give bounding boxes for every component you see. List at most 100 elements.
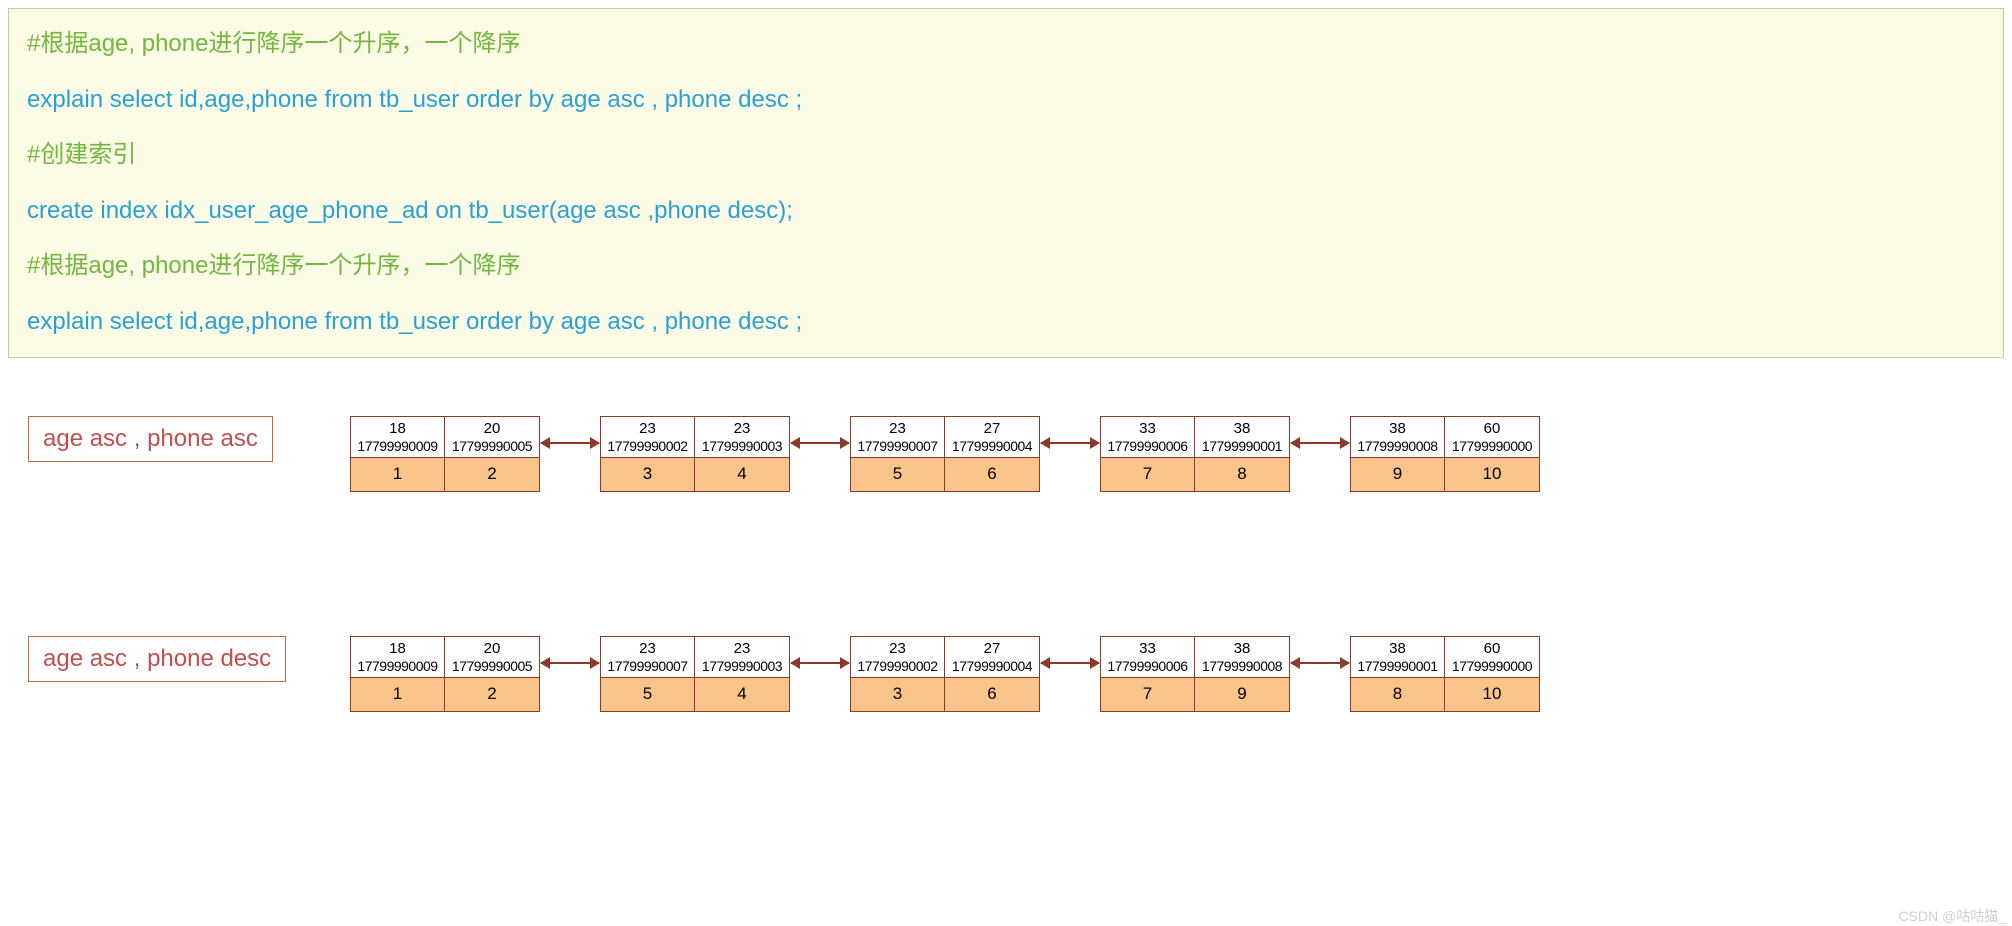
index-row-asc-desc: age asc , phone desc 1817799990009120177… (20, 636, 2012, 726)
cell-id: 5 (601, 677, 694, 710)
double-arrow-link (1291, 662, 1349, 664)
cell-age: 23 (695, 417, 789, 438)
code-comment: #根据age, phone进行降序一个升序，一个降序 (27, 249, 1985, 283)
cell-id: 8 (1195, 457, 1289, 490)
cell-phone: 17799990006 (1101, 658, 1194, 678)
cell-age: 38 (1195, 637, 1289, 658)
leaf-cell: 27177999900046 (945, 416, 1040, 492)
cell-age: 38 (1351, 637, 1444, 658)
cell-id: 5 (851, 457, 944, 490)
cell-age: 20 (445, 417, 539, 438)
code-sql: create index idx_user_age_phone_ad on tb… (27, 194, 1985, 228)
cell-id: 7 (1101, 457, 1194, 490)
cell-phone: 17799990007 (851, 438, 944, 458)
code-comment: #创建索引 (27, 138, 1985, 172)
leaf-node-pair: 1817799990009120177999900052 (350, 636, 540, 712)
leaf-cell: 38177999900018 (1350, 636, 1445, 712)
double-arrow-link (791, 662, 849, 664)
leaf-cell: 27177999900046 (945, 636, 1040, 712)
leaf-cell: 601779999000010 (1445, 416, 1540, 492)
leaf-cell: 23177999900075 (600, 636, 695, 712)
cell-id: 2 (445, 457, 539, 490)
cell-age: 27 (945, 417, 1039, 438)
leaf-cell: 23177999900034 (695, 636, 790, 712)
cell-id: 8 (1351, 677, 1444, 710)
code-block: #根据age, phone进行降序一个升序，一个降序 explain selec… (8, 8, 2004, 358)
leaf-cell: 601779999000010 (1445, 636, 1540, 712)
cell-age: 23 (601, 637, 694, 658)
cell-phone: 17799990001 (1351, 658, 1444, 678)
cell-age: 60 (1445, 637, 1539, 658)
cell-phone: 17799990003 (695, 658, 789, 678)
leaf-cell: 23177999900034 (695, 416, 790, 492)
cell-id: 1 (351, 677, 444, 710)
leaf-node-pair: 2317799990007523177999900034 (600, 636, 790, 712)
cell-id: 1 (351, 457, 444, 490)
cell-age: 60 (1445, 417, 1539, 438)
leaf-cell: 20177999900052 (445, 636, 540, 712)
cell-age: 33 (1101, 637, 1194, 658)
leaf-cell: 38177999900089 (1195, 636, 1290, 712)
index-row-asc-asc: age asc , phone asc 18177999900091201779… (20, 416, 2012, 506)
leaf-cell: 38177999900089 (1350, 416, 1445, 492)
leaf-node-pair: 38177999900089601779999000010 (1350, 416, 1540, 492)
cell-age: 38 (1351, 417, 1444, 438)
leaf-node-pair: 38177999900018601779999000010 (1350, 636, 1540, 712)
cell-id: 9 (1351, 457, 1444, 490)
cell-age: 23 (695, 637, 789, 658)
cell-phone: 17799990001 (1195, 438, 1289, 458)
cell-age: 18 (351, 417, 444, 438)
cell-phone: 17799990009 (351, 438, 444, 458)
code-sql: explain select id,age,phone from tb_user… (27, 83, 1985, 117)
watermark: CSDN @咕咕猫_ (1898, 906, 2006, 926)
cell-age: 23 (851, 637, 944, 658)
cell-id: 2 (445, 677, 539, 710)
cell-phone: 17799990004 (945, 438, 1039, 458)
cell-phone: 17799990005 (445, 658, 539, 678)
cell-id: 3 (601, 457, 694, 490)
cell-phone: 17799990006 (1101, 438, 1194, 458)
cell-age: 38 (1195, 417, 1289, 438)
leaf-cell: 33177999900067 (1100, 416, 1195, 492)
cell-id: 4 (695, 457, 789, 490)
double-arrow-link (1291, 442, 1349, 444)
leaf-node-pair: 1817799990009120177999900052 (350, 416, 540, 492)
cell-phone: 17799990009 (351, 658, 444, 678)
code-comment: #根据age, phone进行降序一个升序，一个降序 (27, 27, 1985, 61)
cell-id: 3 (851, 677, 944, 710)
cell-age: 27 (945, 637, 1039, 658)
row-label: age asc , phone desc (28, 636, 286, 682)
leaf-cell: 38177999900018 (1195, 416, 1290, 492)
cell-age: 20 (445, 637, 539, 658)
double-arrow-link (1041, 442, 1099, 444)
leaf-node-pair: 2317799990002327177999900046 (850, 636, 1040, 712)
cell-phone: 17799990007 (601, 658, 694, 678)
cell-age: 23 (601, 417, 694, 438)
leaf-cell: 18177999900091 (350, 416, 445, 492)
leaf-cell: 23177999900023 (600, 416, 695, 492)
cell-id: 7 (1101, 677, 1194, 710)
leaf-cell: 33177999900067 (1100, 636, 1195, 712)
double-arrow-link (1041, 662, 1099, 664)
cell-phone: 17799990000 (1445, 658, 1539, 678)
leaf-cell: 23177999900023 (850, 636, 945, 712)
cell-age: 18 (351, 637, 444, 658)
double-arrow-link (791, 442, 849, 444)
cell-age: 23 (851, 417, 944, 438)
leaf-node-pair: 3317799990006738177999900018 (1100, 416, 1290, 492)
leaf-node-pair: 3317799990006738177999900089 (1100, 636, 1290, 712)
cell-id: 9 (1195, 677, 1289, 710)
double-arrow-link (541, 442, 599, 444)
cell-phone: 17799990008 (1195, 658, 1289, 678)
cell-id: 6 (945, 677, 1039, 710)
code-sql: explain select id,age,phone from tb_user… (27, 305, 1985, 339)
cell-id: 10 (1445, 677, 1539, 710)
cell-phone: 17799990005 (445, 438, 539, 458)
leaf-cell: 23177999900075 (850, 416, 945, 492)
cell-phone: 17799990003 (695, 438, 789, 458)
cell-phone: 17799990002 (601, 438, 694, 458)
cell-phone: 17799990002 (851, 658, 944, 678)
double-arrow-link (541, 662, 599, 664)
cell-id: 4 (695, 677, 789, 710)
cell-id: 10 (1445, 457, 1539, 490)
